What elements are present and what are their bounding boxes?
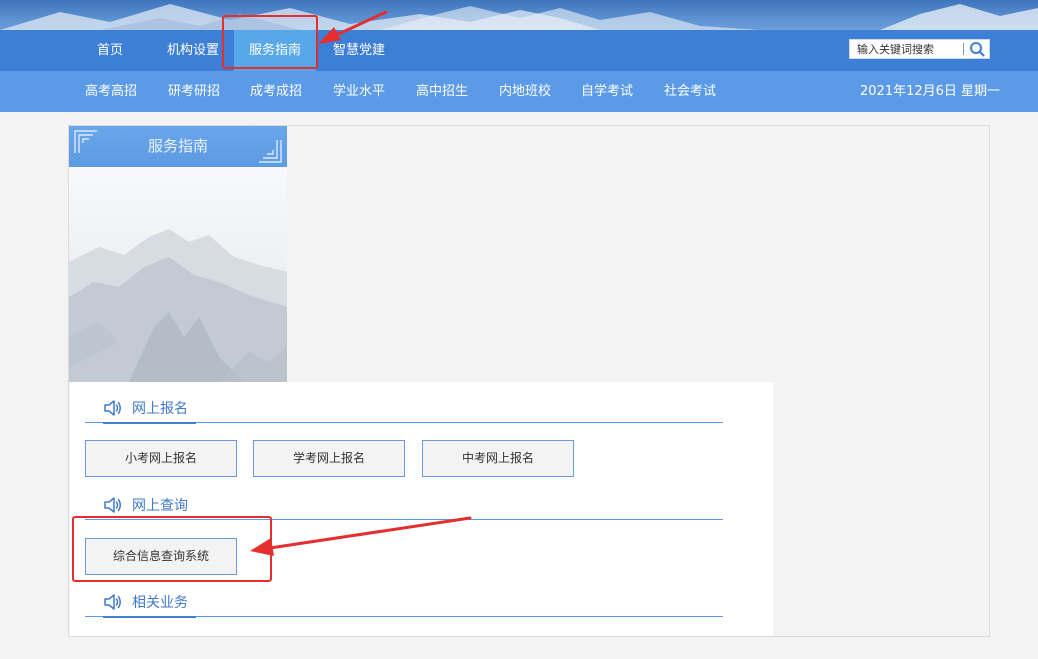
- annotation-arrows: [250, 10, 472, 556]
- annotation-arrow-icon: [318, 10, 388, 44]
- annotation-arrow-icon: [250, 516, 472, 556]
